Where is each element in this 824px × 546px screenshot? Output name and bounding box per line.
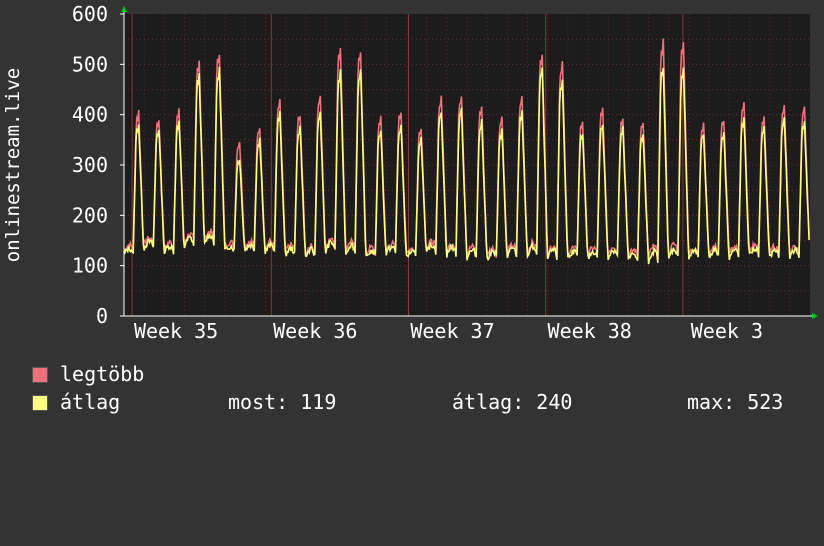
y-tick-label: 500 (72, 52, 108, 76)
y-tick-label: 0 (96, 304, 108, 328)
x-tick-label: Week 36 (273, 319, 357, 343)
y-tick-labels: 0 100 200 300 400 500 600 (72, 2, 124, 328)
chart-canvas: 0 100 200 300 400 500 600 Week 35 Week 36 Week 3… (0, 0, 824, 430)
y-tick-label: 200 (72, 203, 108, 227)
x-tick-label: Week 35 (134, 319, 218, 343)
y-tick-label: 100 (72, 254, 108, 278)
x-axis-arrow (812, 313, 818, 319)
legend-item-avg: átlag most: 119 átlag: 240 max: 523 (32, 391, 812, 413)
legend-item-max: legtöbb (32, 363, 144, 385)
stat-avg: átlag: 240 (452, 390, 573, 414)
x-tick-label: Week 38 (548, 319, 632, 343)
avg-swatch (32, 395, 48, 411)
x-tick-label: Week 37 (410, 319, 494, 343)
y-tick-label: 300 (72, 153, 108, 177)
x-tick-labels: Week 35 Week 36 Week 37 Week 38 Week 3 (134, 319, 763, 343)
y-axis-label: onlinestream.live (2, 68, 24, 262)
max-swatch (32, 367, 48, 383)
line-chart: 0100200300400500600 Week 35 Week 36 Week 3… (2, 2, 818, 343)
x-tick-label: Week 3 (691, 319, 763, 343)
y-tick-label: 600 (72, 2, 108, 26)
stat-now: most: 119 (228, 390, 337, 414)
y-tick-label: 400 (72, 103, 108, 127)
legend-label-avg: átlag (60, 390, 121, 414)
y-axis-arrow (121, 6, 127, 12)
legend-label-max: legtöbb (60, 362, 145, 386)
stat-max: max: 523 (687, 390, 784, 414)
